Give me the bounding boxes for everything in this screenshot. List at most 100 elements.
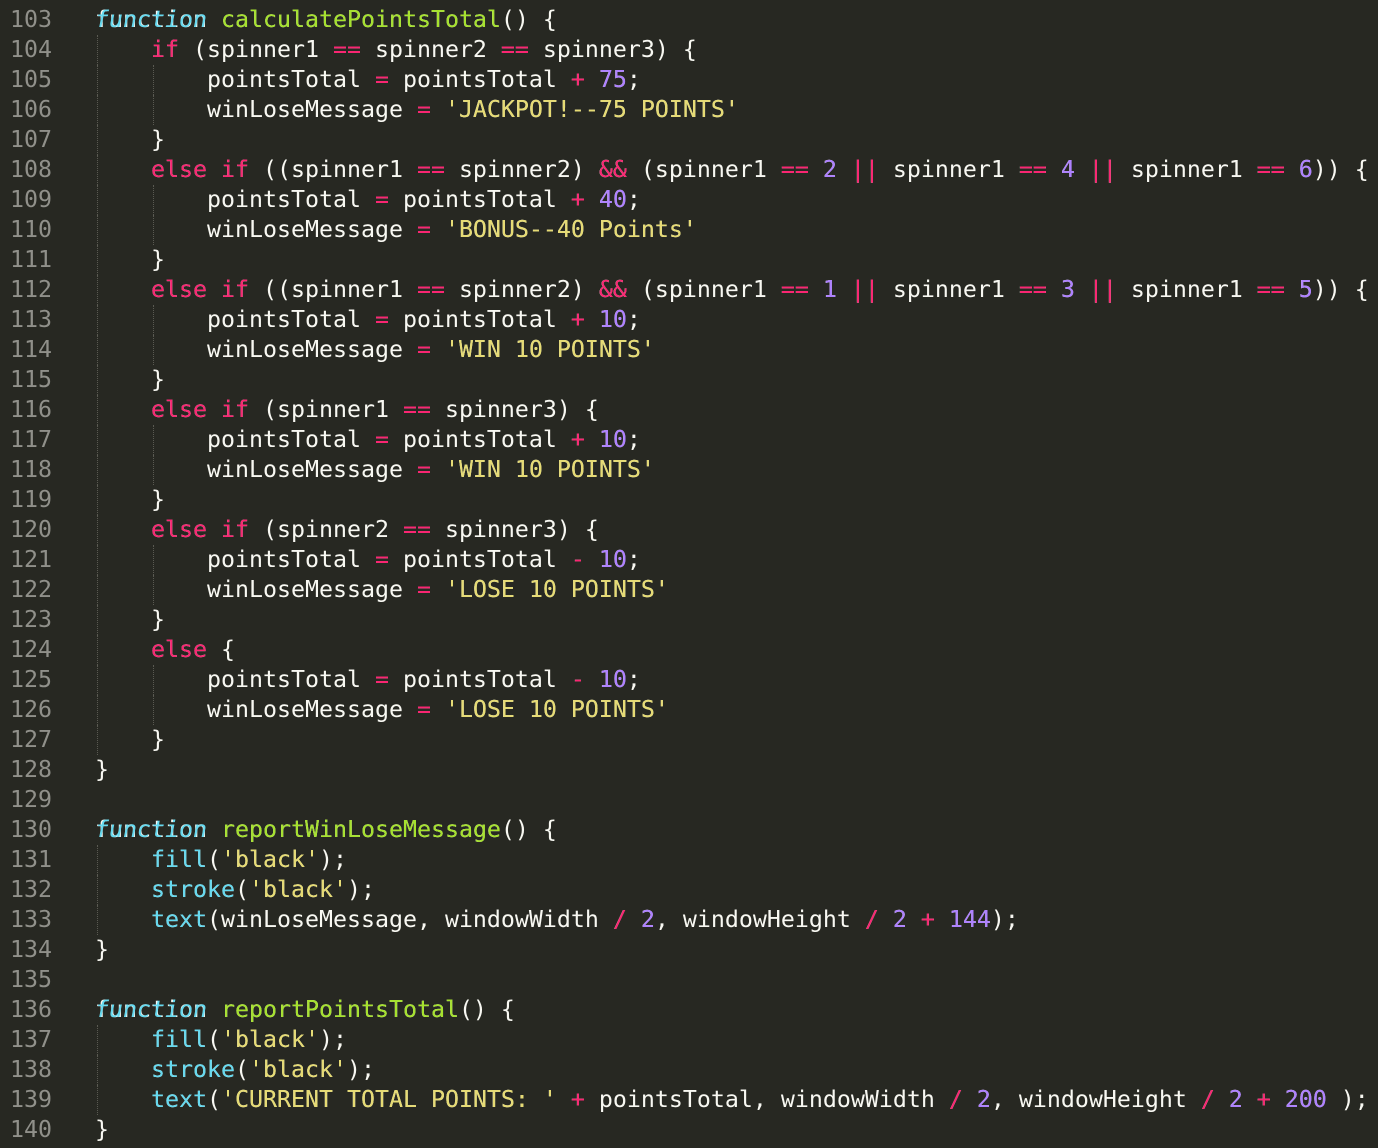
code-text[interactable]: else if (spinner2 == spinner3) { <box>95 515 599 545</box>
line-number: 109 <box>10 186 52 213</box>
code-text[interactable]: winLoseMessage = 'LOSE 10 POINTS' <box>95 695 669 725</box>
code-text[interactable]: fill('black'); <box>95 1025 347 1055</box>
code-line[interactable]: 116 else if (spinner1 == spinner3) { els… <box>0 395 1378 425</box>
code-line[interactable]: 111 } } <box>0 245 1378 275</box>
code-text[interactable]: pointsTotal = pointsTotal + 75; <box>95 65 641 95</box>
line-number: 124 <box>10 636 52 663</box>
code-line[interactable]: 112 else if ((spinner1 == spinner2) && (… <box>0 275 1378 305</box>
code-line[interactable]: 140}} <box>0 1115 1378 1145</box>
line-number: 136 <box>10 996 52 1023</box>
code-text[interactable]: text('CURRENT TOTAL POINTS: ' + pointsTo… <box>95 1085 1369 1115</box>
line-number: 111 <box>10 246 52 273</box>
code-text[interactable]: winLoseMessage = 'WIN 10 POINTS' <box>95 335 655 365</box>
code-text[interactable]: winLoseMessage = 'BONUS--40 Points' <box>95 215 697 245</box>
code-line[interactable]: 135 <box>0 965 1378 995</box>
code-text[interactable]: else if ((spinner1 == spinner2) && (spin… <box>95 155 1369 185</box>
code-line[interactable]: 106 winLoseMessage = 'JACKPOT!--75 POINT… <box>0 95 1378 125</box>
code-text[interactable]: winLoseMessage = 'LOSE 10 POINTS' <box>95 575 669 605</box>
code-line[interactable]: 119 } } <box>0 485 1378 515</box>
code-text[interactable]: winLoseMessage = 'WIN 10 POINTS' <box>95 455 655 485</box>
code-line[interactable]: 123 } } <box>0 605 1378 635</box>
line-number: 103 <box>10 6 52 33</box>
code-line[interactable]: 125 pointsTotal = pointsTotal - 10; poin… <box>0 665 1378 695</box>
code-text[interactable]: stroke('black'); <box>95 875 375 905</box>
line-number: 121 <box>10 546 52 573</box>
code-line[interactable]: 137 fill('black'); fill('black'); <box>0 1025 1378 1055</box>
line-number: 133 <box>10 906 52 933</box>
code-line[interactable]: 130 function reportWinLoseMessage() {func… <box>0 815 1378 845</box>
line-number: 132 <box>10 876 52 903</box>
line-number: 134 <box>10 936 52 963</box>
code-text[interactable]: pointsTotal = pointsTotal + 10; <box>95 305 641 335</box>
code-text[interactable]: function reportWinLoseMessage() { <box>95 815 557 845</box>
code-text[interactable]: function reportPointsTotal() { <box>95 995 515 1025</box>
code-text[interactable]: if (spinner1 == spinner2 == spinner3) { <box>95 35 697 65</box>
code-text[interactable]: } <box>95 725 165 755</box>
line-number: 107 <box>10 126 52 153</box>
line-number: 129 <box>10 786 52 813</box>
code-line[interactable]: 136 function reportPointsTotal() {functio… <box>0 995 1378 1025</box>
code-line[interactable]: 103 function calculatePointsTotal() {func… <box>0 5 1378 35</box>
code-line[interactable]: 133 text(winLoseMessage, windowWidth / 2… <box>0 905 1378 935</box>
code-line[interactable]: 107 } } <box>0 125 1378 155</box>
code-line[interactable]: 118 winLoseMessage = 'WIN 10 POINTS' win… <box>0 455 1378 485</box>
code-text[interactable]: else { <box>95 635 235 665</box>
line-number: 126 <box>10 696 52 723</box>
code-text[interactable]: fill('black'); <box>95 845 347 875</box>
code-line[interactable]: 110 winLoseMessage = 'BONUS--40 Points' … <box>0 215 1378 245</box>
code-line[interactable]: 109 pointsTotal = pointsTotal + 40; poin… <box>0 185 1378 215</box>
code-text[interactable]: pointsTotal = pointsTotal + 40; <box>95 185 641 215</box>
code-text[interactable]: } <box>95 485 165 515</box>
line-number: 122 <box>10 576 52 603</box>
code-line[interactable]: 132 stroke('black'); stroke('black'); <box>0 875 1378 905</box>
code-editor[interactable]: 103 function calculatePointsTotal() { func… <box>0 5 1378 1145</box>
code-text[interactable]: text(winLoseMessage, windowWidth / 2, wi… <box>95 905 1019 935</box>
code-text[interactable]: } <box>95 125 165 155</box>
code-line[interactable]: 115 } } <box>0 365 1378 395</box>
code-line[interactable]: 122 winLoseMessage = 'LOSE 10 POINTS' wi… <box>0 575 1378 605</box>
code-line[interactable]: 108 else if ((spinner1 == spinner2) && (… <box>0 155 1378 185</box>
code-line[interactable]: 127 } } <box>0 725 1378 755</box>
line-number: 113 <box>10 306 52 333</box>
code-text[interactable]: } <box>95 1115 109 1145</box>
code-text[interactable]: winLoseMessage = 'JACKPOT!--75 POINTS' <box>95 95 739 125</box>
code-line[interactable]: 126 winLoseMessage = 'LOSE 10 POINTS' wi… <box>0 695 1378 725</box>
code-line[interactable]: 131 fill('black'); fill('black'); <box>0 845 1378 875</box>
code-text[interactable]: stroke('black'); <box>95 1055 375 1085</box>
code-line[interactable]: 105 pointsTotal = pointsTotal + 75; poin… <box>0 65 1378 95</box>
code-text[interactable]: } <box>95 605 165 635</box>
line-number: 139 <box>10 1086 52 1113</box>
code-line[interactable]: 117 pointsTotal = pointsTotal + 10; poin… <box>0 425 1378 455</box>
code-text[interactable]: pointsTotal = pointsTotal - 10; <box>95 665 641 695</box>
line-number: 140 <box>10 1116 52 1143</box>
code-line[interactable]: 104 if (spinner1 == spinner2 == spinner3… <box>0 35 1378 65</box>
code-text[interactable]: } <box>95 365 165 395</box>
code-text[interactable]: } <box>95 755 109 785</box>
code-text[interactable]: } <box>95 245 165 275</box>
code-line[interactable]: 113 pointsTotal = pointsTotal + 10; poin… <box>0 305 1378 335</box>
line-number: 106 <box>10 96 52 123</box>
line-number: 116 <box>10 396 52 423</box>
code-line[interactable]: 114 winLoseMessage = 'WIN 10 POINTS' win… <box>0 335 1378 365</box>
line-number: 108 <box>10 156 52 183</box>
code-text[interactable]: pointsTotal = pointsTotal - 10; <box>95 545 641 575</box>
code-line[interactable]: 138 stroke('black'); stroke('black'); <box>0 1055 1378 1085</box>
code-line[interactable]: 129 <box>0 785 1378 815</box>
line-number: 114 <box>10 336 52 363</box>
code-text[interactable]: } <box>95 935 109 965</box>
code-text[interactable]: else if ((spinner1 == spinner2) && (spin… <box>95 275 1369 305</box>
code-line[interactable]: 128}} <box>0 755 1378 785</box>
code-line[interactable]: 134}} <box>0 935 1378 965</box>
line-number: 115 <box>10 366 52 393</box>
code-line[interactable]: 124 else { else { <box>0 635 1378 665</box>
code-line[interactable]: 121 pointsTotal = pointsTotal - 10; poin… <box>0 545 1378 575</box>
line-number: 120 <box>10 516 52 543</box>
code-text[interactable]: pointsTotal = pointsTotal + 10; <box>95 425 641 455</box>
code-text[interactable]: else if (spinner1 == spinner3) { <box>95 395 599 425</box>
code-line[interactable]: 120 else if (spinner2 == spinner3) { els… <box>0 515 1378 545</box>
line-number: 104 <box>10 36 52 63</box>
code-text[interactable]: function calculatePointsTotal() { <box>95 5 557 35</box>
code-line[interactable]: 139 text('CURRENT TOTAL POINTS: ' + poin… <box>0 1085 1378 1115</box>
line-number: 119 <box>10 486 52 513</box>
line-number: 131 <box>10 846 52 873</box>
